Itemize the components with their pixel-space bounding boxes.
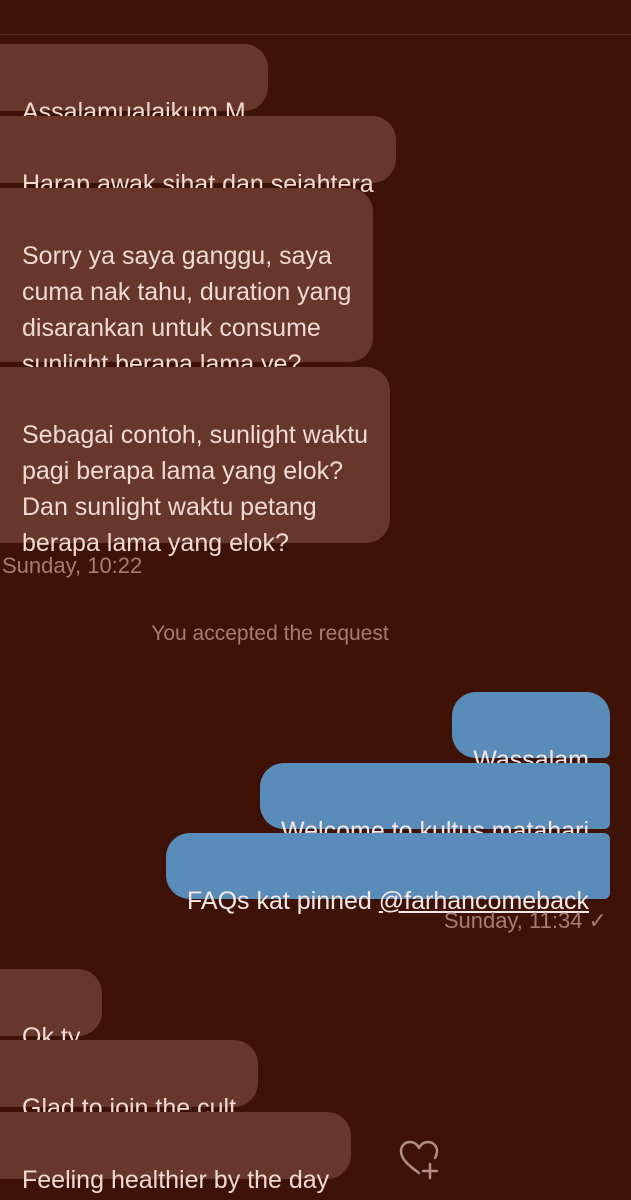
header-divider	[0, 34, 631, 35]
message-text: FAQs kat pinned	[187, 887, 379, 915]
system-notice: You accepted the request	[151, 622, 389, 645]
outgoing-message-bubble[interactable]: Wassalam	[452, 692, 610, 774]
heart-plus-icon[interactable]	[398, 1138, 442, 1182]
incoming-message-bubble[interactable]: Feeling healthier by the day	[0, 1112, 352, 1194]
incoming-message-bubble[interactable]: Sebagai contoh, sunlight waktu pagi bera…	[0, 367, 391, 557]
incoming-message-bubble[interactable]: Ok ty	[0, 969, 103, 1051]
message-timestamp-read: Sunday, 11:34 ✓	[443, 908, 607, 933]
incoming-message-bubble[interactable]: Assalamualaikum M	[0, 44, 268, 126]
incoming-message-bubble[interactable]: Sorry ya saya ganggu, saya cuma nak tahu…	[0, 188, 374, 378]
message-text: Sebagai contoh, sunlight waktu pagi bera…	[22, 421, 369, 557]
chat-thread: Assalamualaikum M Harap awak sihat dan s…	[0, 0, 631, 1200]
message-text: Sorry ya saya ganggu, saya cuma nak tahu…	[22, 242, 352, 378]
outgoing-message-bubble[interactable]: FAQs kat pinned @farhancomeback	[166, 833, 610, 915]
incoming-message-bubble[interactable]: Glad to join the cult	[0, 1040, 259, 1122]
message-timestamp: Sunday, 10:22	[2, 553, 143, 578]
outgoing-message-bubble[interactable]: Welcome to kultus matahari	[260, 763, 610, 845]
message-text: Feeling healthier by the day	[22, 1166, 330, 1194]
incoming-message-bubble[interactable]: Harap awak sihat dan sejahtera	[0, 116, 396, 198]
